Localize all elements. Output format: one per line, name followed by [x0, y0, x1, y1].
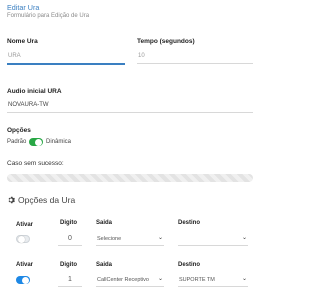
toggle-knob: [35, 138, 42, 146]
row-1-digito-value: 1: [68, 276, 72, 283]
col-ativar: Ativar: [16, 222, 34, 228]
col-destino: Destino: [178, 262, 201, 268]
chevron-down-icon: ⌄: [157, 235, 163, 241]
row-0-saida-value: Selecione: [97, 236, 122, 242]
tempo-underline: [137, 63, 253, 64]
audio-value: NOVAURA-TW: [8, 102, 49, 108]
toggle-knob: [22, 276, 29, 284]
nome-ura-value: URA: [8, 53, 21, 59]
opcoes-right-label: Dinâmica: [46, 139, 72, 145]
chevron-down-icon: ⌄: [157, 276, 163, 282]
col-destino: Destino: [178, 220, 201, 226]
tempo-input[interactable]: 10: [137, 50, 253, 64]
opcoes-ura-title: Opções da Ura: [18, 195, 76, 205]
row-1-destino-value: SUPORTE TM: [179, 277, 215, 283]
col-digito: Digito: [60, 262, 77, 268]
tempo-value: 10: [138, 53, 145, 59]
opcoes-label: Opções: [7, 127, 31, 134]
row-1-destino-select[interactable]: SUPORTE TM ⌄: [178, 273, 248, 287]
chevron-down-icon: ⌄: [241, 235, 247, 241]
audio-underline: [7, 112, 253, 113]
row-0-destino-select[interactable]: ⌄: [178, 232, 248, 246]
nome-ura-label: Nome Ura: [7, 38, 38, 45]
row-0-ativar-toggle[interactable]: [16, 235, 30, 243]
row-0-saida-select[interactable]: Selecione ⌄: [96, 232, 164, 246]
row-0-digito-value: 0: [68, 235, 72, 242]
row-0-digito-input[interactable]: 0: [58, 232, 82, 246]
row-1-digito-underline: [58, 286, 82, 287]
row-1-saida-select[interactable]: CallCenter Receptivo ⌄: [96, 273, 164, 287]
row-1-ativar-toggle[interactable]: [16, 276, 30, 284]
nome-ura-input[interactable]: URA: [7, 50, 125, 65]
col-ativar: Ativar: [16, 262, 34, 268]
row-1-digito-input[interactable]: 1: [58, 273, 82, 287]
caso-sem-sucesso-bar: [7, 174, 253, 182]
row-0-digito-underline: [58, 245, 82, 246]
tempo-label: Tempo (segundos): [137, 38, 195, 45]
page-subtitle: Formulário para Edição de Ura: [7, 13, 90, 19]
col-saida: Saida: [96, 262, 113, 268]
chevron-down-icon: ⌄: [241, 276, 247, 282]
audio-select[interactable]: NOVAURA-TW: [7, 99, 253, 113]
opcoes-ura-header: Opções da Ura: [7, 195, 75, 205]
gear-icon: [8, 196, 15, 204]
col-digito: Digito: [60, 220, 77, 226]
row-1-saida-value: CallCenter Receptivo: [97, 277, 149, 283]
nome-ura-underline: [7, 63, 125, 65]
opcoes-toggle[interactable]: [29, 138, 43, 146]
col-saida: Saida: [96, 220, 113, 226]
audio-label: Audio inicial URA: [7, 88, 62, 95]
opcoes-left-label: Padrão: [7, 139, 27, 145]
caso-sem-sucesso-label: Caso sem sucesso:: [7, 160, 64, 167]
page-title: Editar Ura: [7, 3, 40, 12]
toggle-knob: [17, 236, 25, 243]
